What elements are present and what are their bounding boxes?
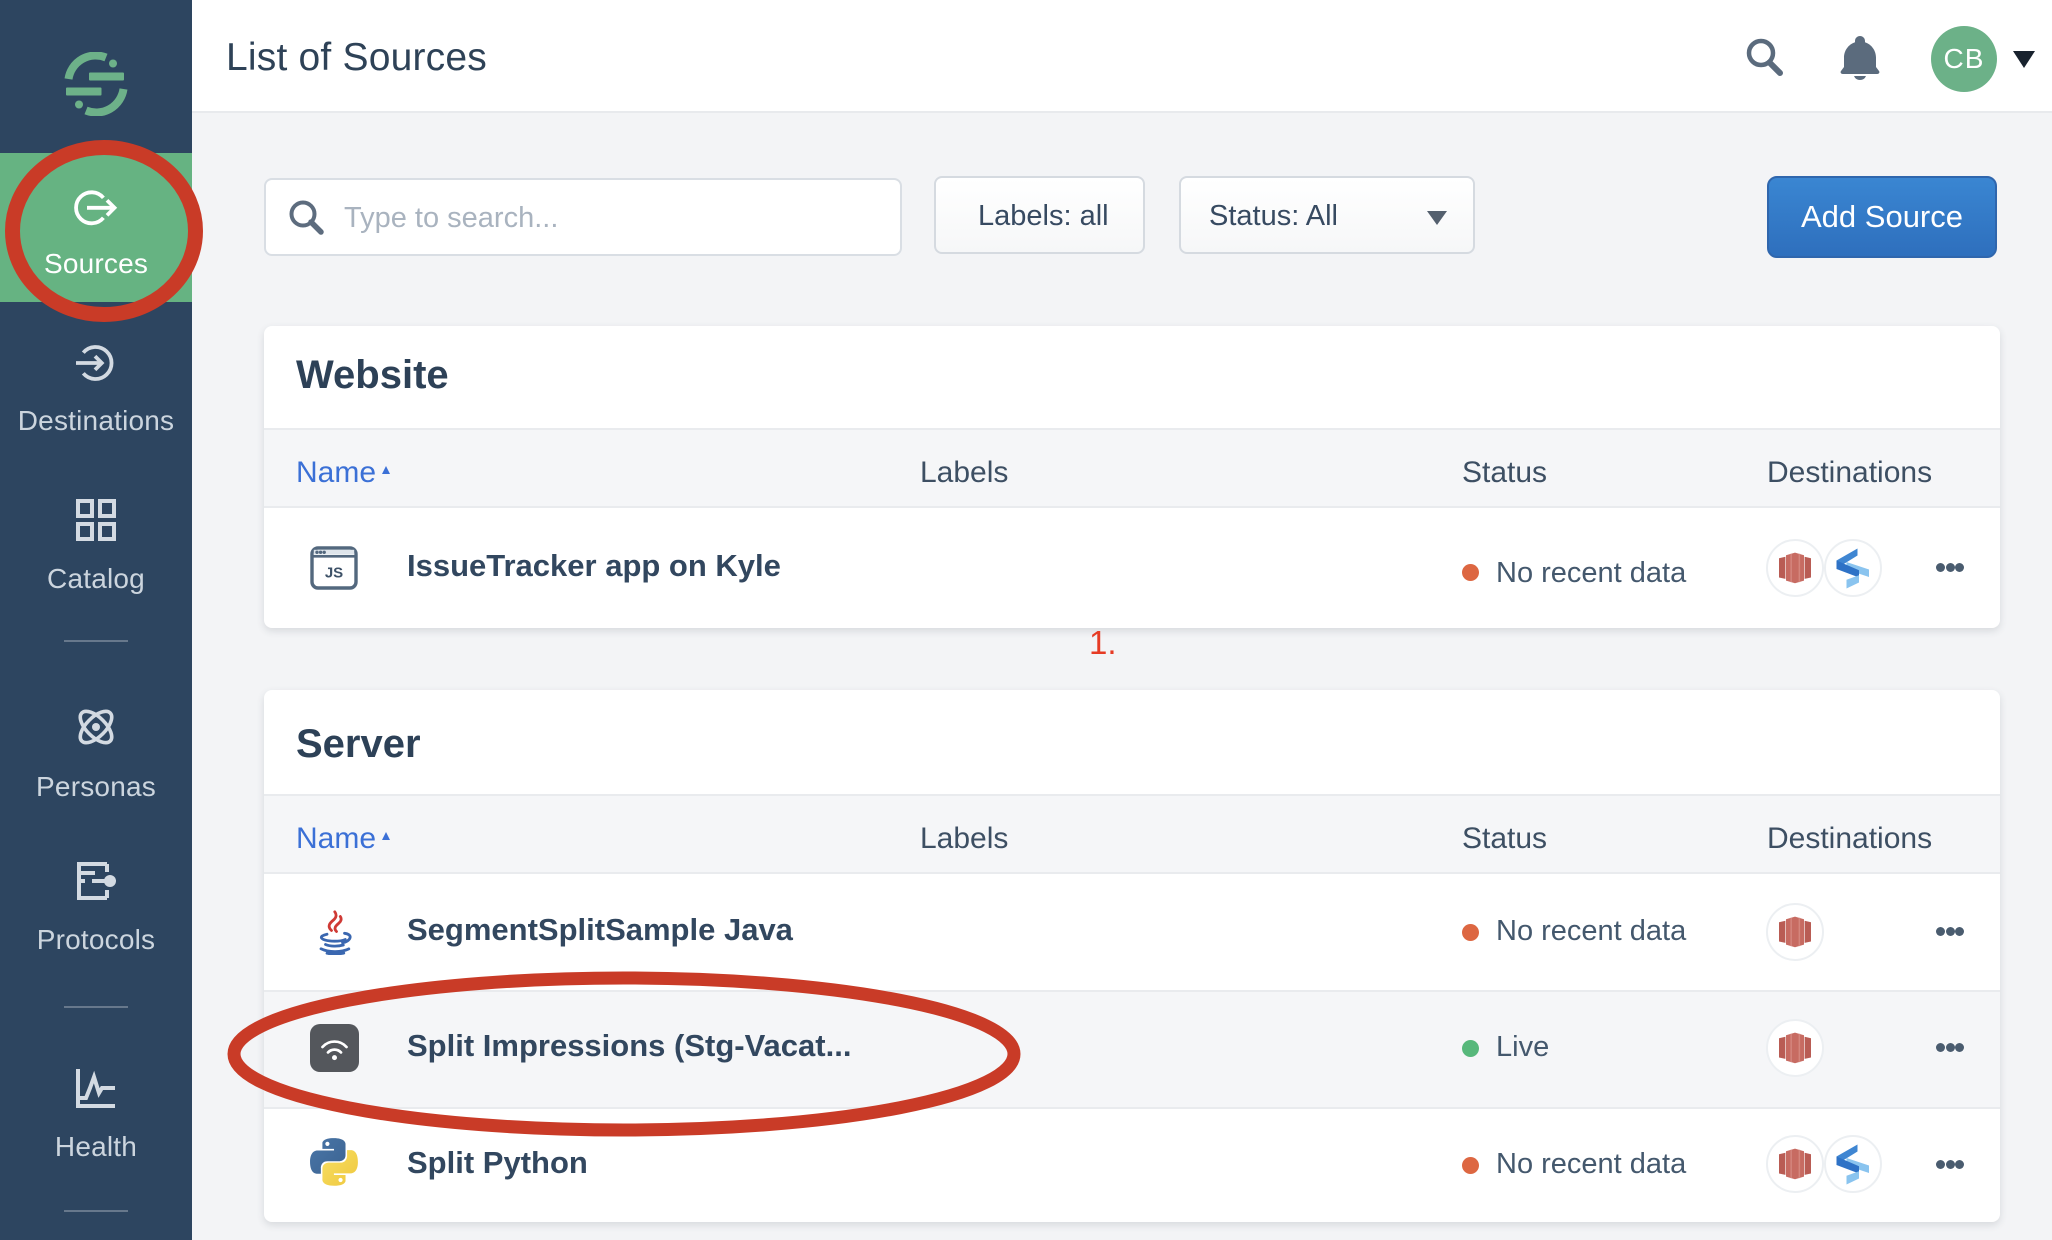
svg-text:JS: JS: [325, 565, 343, 582]
